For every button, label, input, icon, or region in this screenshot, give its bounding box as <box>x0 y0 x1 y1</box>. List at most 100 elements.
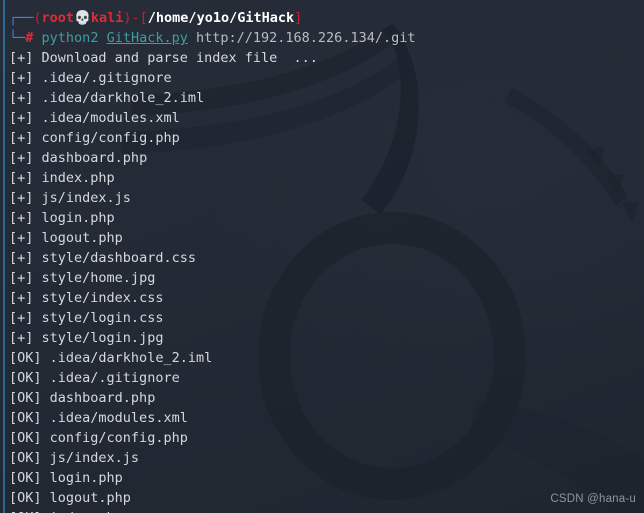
output-tag: [+] <box>9 90 34 106</box>
prompt-user: root <box>41 10 75 26</box>
output-tag: [+] <box>9 210 34 226</box>
output-separator <box>33 310 41 326</box>
prompt-box-bottom: └─ <box>9 30 26 46</box>
output-tag: [OK] <box>9 430 42 446</box>
output-line: [OK] logout.php <box>9 488 644 508</box>
output-line: [OK] .idea/darkhole_2.iml <box>9 348 644 368</box>
output-text: Download and parse index file ... <box>41 50 318 66</box>
output-tag: [+] <box>9 50 34 66</box>
output-text: .idea/.gitignore <box>41 70 172 86</box>
output-separator <box>42 350 50 366</box>
output-separator <box>42 370 50 386</box>
output-line: [OK] login.php <box>9 468 644 488</box>
output-text: index.php <box>41 170 115 186</box>
prompt-host: kali <box>90 10 124 26</box>
output-separator <box>33 50 41 66</box>
output-separator <box>42 490 50 506</box>
output-tag: [+] <box>9 70 34 86</box>
output-tag: [OK] <box>9 450 42 466</box>
output-text: login.php <box>49 470 123 486</box>
output-text: dashboard.php <box>41 150 148 166</box>
output-line: [OK] js/index.js <box>9 448 644 468</box>
output-separator <box>33 190 41 206</box>
output-tag: [+] <box>9 170 34 186</box>
output-tag: [+] <box>9 250 34 266</box>
output-tag: [OK] <box>9 490 42 506</box>
output-line: [+] style/login.css <box>9 308 644 328</box>
output-line: [OK] dashboard.php <box>9 388 644 408</box>
terminal-window[interactable]: ┌──(root💀kali)-[/home/yo1o/GitHack] └─# … <box>0 0 644 513</box>
output-line: [OK] .idea/modules.xml <box>9 408 644 428</box>
output-separator <box>33 130 41 146</box>
output-tag: [+] <box>9 310 34 326</box>
output-separator <box>42 450 50 466</box>
output-separator <box>33 290 41 306</box>
output-separator <box>33 250 41 266</box>
output-line: [+] login.php <box>9 208 644 228</box>
prompt-path: /home/yo1o/GitHack <box>147 10 295 26</box>
output-tag: [OK] <box>9 390 42 406</box>
output-separator <box>33 70 41 86</box>
output-tag: [+] <box>9 150 34 166</box>
output-text: config/config.php <box>49 430 188 446</box>
command-line[interactable]: └─# python2 GitHack.py http://192.168.22… <box>9 28 644 48</box>
output-separator <box>42 390 50 406</box>
output-separator <box>33 90 41 106</box>
watermark: CSDN @hana-u <box>550 493 636 505</box>
output-text: style/index.css <box>41 290 164 306</box>
output-separator <box>33 110 41 126</box>
output-text: style/login.css <box>41 310 164 326</box>
output-line: [OK] index.php <box>9 508 644 513</box>
output-text: logout.php <box>41 230 123 246</box>
output-text: js/index.js <box>41 190 131 206</box>
output-line: [OK] .idea/.gitignore <box>9 368 644 388</box>
output-separator <box>33 170 41 186</box>
output-line: [+] style/login.jpg <box>9 328 644 348</box>
prompt-box-top: ┌── <box>9 10 34 26</box>
prompt-paren-open: ( <box>33 10 42 26</box>
output-text: .idea/modules.xml <box>41 110 180 126</box>
output-text: style/home.jpg <box>41 270 156 286</box>
output-text: .idea/.gitignore <box>49 370 180 386</box>
command-space <box>33 30 41 46</box>
output-line: [+] dashboard.php <box>9 148 644 168</box>
command-space-2 <box>98 30 106 46</box>
skull-icon: 💀 <box>74 10 91 26</box>
output-tag: [+] <box>9 110 34 126</box>
output-tag: [+] <box>9 230 34 246</box>
output-separator <box>33 210 41 226</box>
output-line: [+] .idea/.gitignore <box>9 68 644 88</box>
prompt-bracket-close: ] <box>294 10 303 26</box>
output-text: config/config.php <box>41 130 180 146</box>
command-interpreter: python2 <box>41 30 99 46</box>
output-tag: [+] <box>9 270 34 286</box>
output-text: js/index.js <box>49 450 140 466</box>
output-separator <box>33 270 41 286</box>
output-line: [+] .idea/modules.xml <box>9 108 644 128</box>
command-argument: http://192.168.226.134/.git <box>196 30 416 46</box>
output-tag: [OK] <box>9 350 42 366</box>
output-tag: [+] <box>9 190 34 206</box>
output-text: style/dashboard.css <box>41 250 196 266</box>
output-separator <box>42 430 50 446</box>
prompt-paren-close: ) <box>123 10 132 26</box>
output-line: [+] config/config.php <box>9 128 644 148</box>
output-line: [+] logout.php <box>9 228 644 248</box>
prompt-dash: - <box>131 10 140 26</box>
output-text: .idea/darkhole_2.iml <box>49 350 213 366</box>
output-text: login.php <box>41 210 115 226</box>
output-line: [+] style/home.jpg <box>9 268 644 288</box>
output-line: [+] js/index.js <box>9 188 644 208</box>
output-log: [+] Download and parse index file ... [+]… <box>9 48 644 513</box>
terminal-accent-stripe <box>3 0 5 513</box>
output-separator <box>33 150 41 166</box>
output-text: dashboard.php <box>49 390 156 406</box>
output-tag: [+] <box>9 130 34 146</box>
output-tag: [OK] <box>9 370 42 386</box>
output-line: [+] .idea/darkhole_2.iml <box>9 88 644 108</box>
output-separator <box>33 330 41 346</box>
output-text: logout.php <box>49 490 131 506</box>
output-line: [+] index.php <box>9 168 644 188</box>
prompt-bracket-open: [ <box>139 10 148 26</box>
command-space-3 <box>188 30 196 46</box>
